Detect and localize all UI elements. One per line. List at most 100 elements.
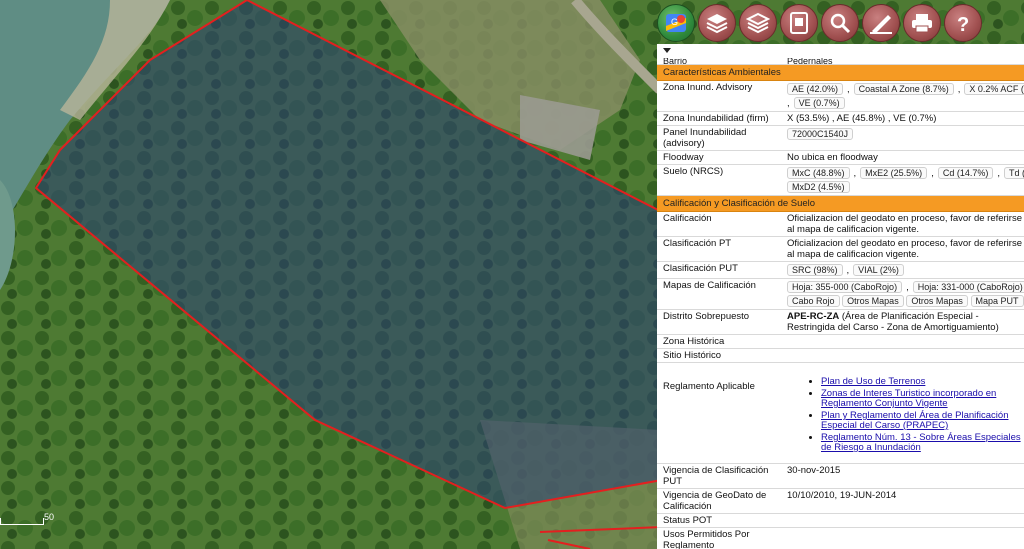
row-value: 72000C1540J [781,125,1024,151]
draw-button[interactable] [862,4,900,42]
help-glyph: ? [957,14,969,35]
parcel-info-table: Barrio Pedernales Características Ambien… [657,58,1024,549]
map-sheet-link[interactable]: Hoja: 355-000 (CaboRojo) [787,281,903,293]
google-maps-button[interactable]: G [657,4,695,42]
value-chip[interactable]: MxD2 (4.5%) [787,181,850,193]
table-row-mapas-calificacion: Mapas de Calificación Hoja: 355-000 (Cab… [657,278,1024,310]
row-label: Clasificación PUT [657,261,781,279]
row-value: X (53.5%) , AE (45.8%) , VE (0.7%) [781,111,1024,126]
layers-button[interactable] [698,4,736,42]
regulation-link[interactable]: Plan de Uso de Terrenos [821,376,925,387]
table-row-status-pot: Status POT [657,513,1024,528]
table-row-clasificacion-put: Clasificación PUT SRC (98%), VIAL (2%) [657,261,1024,279]
row-label: Clasificación PT [657,236,781,262]
table-row-usos-permitidos: Usos Permitidos Por Reglamento [657,527,1024,549]
row-value: Oficializacion del geodato en proceso, f… [781,211,1024,237]
row-label: Calificación [657,211,781,237]
table-row-distrito-sobrepuesto: Distrito Sobrepuesto APE-RC-ZA (Área de … [657,309,1024,335]
table-row-suelo-nrcs: Suelo (NRCS) MxC (48.8%), MxE2 (25.5%), Cd… [657,164,1024,196]
table-row-zona-inund-advisory: Zona Inund. Advisory AE (42.0%), Coastal … [657,80,1024,112]
section-header-calificacion: Calificación y Clasificación de Suelo [657,195,1024,212]
layers-icon [706,14,728,34]
regulation-link[interactable]: Zonas de Interes Turistico incorporado e… [821,388,996,409]
row-label: Usos Permitidos Por Reglamento [657,527,781,549]
table-row-calificacion: Calificación Oficializacion del geodato … [657,211,1024,237]
table-row-clasificacion-pt: Clasificación PT Oficializacion del geod… [657,236,1024,262]
row-value: SRC (98%), VIAL (2%) [781,261,1024,279]
map-sheet-link[interactable]: Hoja: 331-000 (CaboRojo) [912,281,1024,293]
row-label: Vigencia de Clasificación PUT [657,463,781,489]
base-layers-button[interactable] [739,4,777,42]
value-chip[interactable]: MxC (48.8%) [787,167,850,179]
table-row-sitio-historico: Sitio Histórico [657,348,1024,363]
table-row-panel-inundabilidad: Panel Inundabilidad (advisory) 72000C154… [657,125,1024,151]
row-value: MxC (48.8%),MxE2 (25.5%),Cd (14.7%),Td (… [781,164,1024,196]
value-chip[interactable]: 72000C1540J [787,128,854,140]
row-label: Suelo (NRCS) [657,164,781,196]
value-chip[interactable]: MxE2 (25.5%) [860,167,928,179]
panel-collapse-toggle[interactable] [657,44,1024,58]
search-button[interactable] [821,4,859,42]
value-chip[interactable]: Coastal A Zone (8.7%) [853,83,954,95]
list-item: Plan y Reglamento del Área de Planificac… [821,411,1024,431]
other-maps-button[interactable]: Otros Mapas [842,295,904,307]
parcel-info-panel: Barrio Pedernales Características Ambien… [657,44,1024,549]
value-chip[interactable]: AE (42.0%) [787,83,844,95]
map-link[interactable]: Cabo Rojo [787,295,840,307]
table-row-reglamento-aplicable: Reglamento Aplicable Plan de Uso de Terr… [657,362,1024,464]
help-button[interactable]: ? [944,4,982,42]
scale-label: 50 [44,512,55,522]
row-value: Oficializacion del geodato en proceso, f… [781,236,1024,262]
regulation-list: Plan de Uso de Terrenos Zonas de Interes… [787,373,1024,457]
value-chip[interactable]: VE (0.7%) [793,97,845,109]
value-chip[interactable]: Td (6.6 [1004,167,1024,179]
row-value [781,334,1024,349]
value-chip[interactable]: X 0.2% ACF (5.5 [964,83,1024,95]
row-value [781,527,1024,549]
print-icon [912,14,932,33]
row-label: Mapas de Calificación [657,278,781,310]
document-button[interactable] [780,4,818,42]
district-code: APE-RC-ZA [787,311,840,322]
regulation-link[interactable]: Plan y Reglamento del Área de Planificac… [821,410,1008,431]
table-row-zona-historica: Zona Histórica [657,334,1024,349]
row-value: 10/10/2010, 19-JUN-2014 [781,488,1024,514]
value-chip[interactable]: VIAL (2%) [853,264,904,276]
row-label: Status POT [657,513,781,528]
scale-bar [0,518,44,525]
value-chip[interactable]: Cd (14.7%) [937,167,994,179]
layers-alt-icon [746,12,770,34]
map-put-button[interactable]: Mapa PUT [970,295,1024,307]
row-label: Panel Inundabilidad (advisory) [657,125,781,151]
row-value: No ubica en floodway [781,150,1024,165]
row-value: AE (42.0%), Coastal A Zone (8.7%), X 0.2% … [781,80,1024,112]
row-value [781,348,1024,363]
table-row-vigencia-geodato: Vigencia de GeoDato de Calificación 10/1… [657,488,1024,514]
row-label: Zona Inundabilidad (firm) [657,111,781,126]
table-row-floodway: Floodway No ubica en floodway [657,150,1024,165]
row-value: Hoja: 355-000 (CaboRojo), Hoja: 331-000 (… [781,278,1024,310]
value-chip[interactable]: SRC (98%) [787,264,843,276]
list-item: Zonas de Interes Turistico incorporado e… [821,389,1024,409]
list-item: Plan de Uso de Terrenos [821,377,1024,387]
row-label: Reglamento Aplicable [657,362,781,464]
row-value [781,513,1024,528]
google-maps-letter: G [671,17,678,27]
row-label: Zona Histórica [657,334,781,349]
map-toolbar: G ? [657,4,982,42]
chevron-down-icon [663,48,671,53]
row-label: Floodway [657,150,781,165]
table-row-zona-inundabilidad-firm: Zona Inundabilidad (firm) X (53.5%) , AE… [657,111,1024,126]
row-label: Distrito Sobrepuesto [657,309,781,335]
row-value: APE-RC-ZA (Área de Planificación Especia… [781,309,1024,335]
google-maps-icon: G [666,14,686,32]
document-icon [790,12,808,34]
row-label: Zona Inund. Advisory [657,80,781,112]
section-header-ambientales: Características Ambientales [657,64,1024,81]
print-button[interactable] [903,4,941,42]
row-label: Sitio Histórico [657,348,781,363]
other-maps-button[interactable]: Otros Mapas [906,295,968,307]
regulation-link[interactable]: Reglamento Núm. 13 - Sobre Áreas Especia… [821,432,1021,453]
row-label: Vigencia de GeoDato de Calificación [657,488,781,514]
draw-icon [870,15,892,34]
